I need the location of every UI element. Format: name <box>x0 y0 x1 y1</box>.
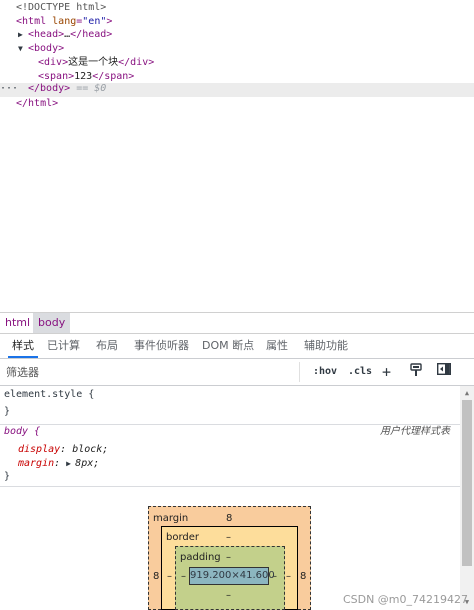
hov-toggle-button[interactable]: :hov <box>313 363 337 381</box>
box-model-diagram: margin 8 8 8 border – – – padding – – – … <box>148 506 312 610</box>
body-rule-selector[interactable]: body { <box>4 425 40 439</box>
tab-computed[interactable]: 已计算 <box>47 333 80 358</box>
span-open-tag: <span> <box>38 71 75 82</box>
new-style-rule-icon[interactable]: + <box>382 363 391 381</box>
element-style-selector[interactable]: element.style { <box>4 388 94 402</box>
breadcrumb: html body <box>0 312 474 334</box>
tab-event-listeners[interactable]: 事件侦听器 <box>134 333 189 358</box>
padding-bottom-value[interactable]: – <box>226 590 231 601</box>
border-left-value[interactable]: – <box>167 571 172 582</box>
span-close-tag: </span> <box>92 71 135 82</box>
cls-toggle-button[interactable]: .cls <box>348 363 372 381</box>
display-prop-value: block; <box>72 444 109 455</box>
margin-prop-value: 8px; <box>75 458 100 469</box>
span-node[interactable]: <span>123</span> <box>38 70 134 84</box>
margin-declaration[interactable]: margin: ▶ 8px; <box>18 457 99 471</box>
box-model-content[interactable]: 919.200×41.600 <box>189 567 275 585</box>
padding-label: padding <box>180 552 221 563</box>
doctype-node[interactable]: <!DOCTYPE html> <box>16 1 106 15</box>
expand-triangle-icon[interactable]: ▶ <box>18 28 28 42</box>
padding-top-value[interactable]: – <box>226 552 231 563</box>
tab-layout[interactable]: 布局 <box>96 333 118 358</box>
padding-left-value[interactable]: – <box>181 571 186 582</box>
user-agent-stylesheet-label: 用户代理样式表 <box>380 426 450 437</box>
filter-input[interactable] <box>2 362 300 382</box>
collapse-triangle-icon[interactable]: ▼ <box>18 42 28 56</box>
div-open-tag: <div> <box>38 57 69 68</box>
border-label: border <box>166 532 200 543</box>
scroll-up-arrow-icon[interactable]: ▲ <box>463 389 471 397</box>
html-close-tag: </html> <box>16 98 59 109</box>
html-tag-name: html <box>22 16 47 27</box>
toggle-computed-sidebar-icon[interactable] <box>436 362 452 381</box>
head-node[interactable]: ▶ <head>…</head> <box>18 28 112 42</box>
body-selector-text: body { <box>4 426 41 437</box>
border-right-value[interactable]: – <box>286 571 291 582</box>
expand-shorthand-icon[interactable]: ▶ <box>66 457 75 471</box>
toggle-rendering-emulation-icon[interactable] <box>410 363 422 381</box>
body-node[interactable]: ▼ <body> <box>18 42 64 56</box>
margin-left-value[interactable]: 8 <box>153 571 159 582</box>
breadcrumb-body[interactable]: body <box>33 313 71 333</box>
doctype-text: <!DOCTYPE html> <box>16 2 107 13</box>
margin-top-value[interactable]: 8 <box>226 513 232 524</box>
margin-label: margin <box>153 513 189 524</box>
tab-properties[interactable]: 属性 <box>266 333 288 358</box>
selected-row-highlight[interactable]: ··· </body> == $0 <box>0 83 474 97</box>
body-close-tag: </body> <box>28 83 71 94</box>
border-top-value[interactable]: – <box>226 532 231 543</box>
lang-attr-value: "en" <box>82 16 107 27</box>
tab-styles[interactable]: 样式 <box>8 333 38 358</box>
margin-right-value[interactable]: 8 <box>300 571 306 582</box>
body-open-tag: <body> <box>28 43 65 54</box>
display-declaration[interactable]: display: block; <box>18 443 108 457</box>
tab-accessibility[interactable]: 辅助功能 <box>304 333 348 358</box>
element-style-close: } <box>4 406 11 417</box>
selected-marker: == $0 <box>76 83 107 94</box>
breadcrumb-html[interactable]: html <box>0 313 35 333</box>
tab-dom-breakpoints[interactable]: DOM 断点 <box>202 333 254 358</box>
more-options-icon[interactable]: ··· <box>0 83 18 94</box>
body-rule-close: } <box>4 471 11 482</box>
margin-prop-name: margin <box>18 458 55 469</box>
display-prop-name: display <box>18 444 61 455</box>
styles-toolbar: :hov .cls + <box>0 359 474 386</box>
lang-attr-name: lang <box>52 16 77 27</box>
head-open-tag: <head> <box>28 29 65 40</box>
head-close-tag: </head> <box>70 29 113 40</box>
html-node[interactable]: <html lang="en"> <box>16 15 112 29</box>
scrollbar-thumb[interactable] <box>462 400 472 566</box>
html-close-node[interactable]: </html> <box>16 97 58 111</box>
sidebar-tabs: 样式 已计算 布局 事件侦听器 DOM 断点 属性 辅助功能 <box>0 333 474 359</box>
elements-panel: <!DOCTYPE html> <html lang="en"> ▶ <head>… <box>0 0 474 312</box>
div-text: 这是一个块 <box>68 57 119 68</box>
rule-divider <box>0 486 460 487</box>
div-node[interactable]: <div>这是一个块</div> <box>38 56 154 70</box>
div-close-tag: </div> <box>118 57 155 68</box>
span-text: 123 <box>74 71 93 82</box>
watermark: CSDN @m0_74219427 <box>342 593 468 606</box>
styles-scrollbar[interactable]: ▲ ▼ <box>460 386 474 610</box>
